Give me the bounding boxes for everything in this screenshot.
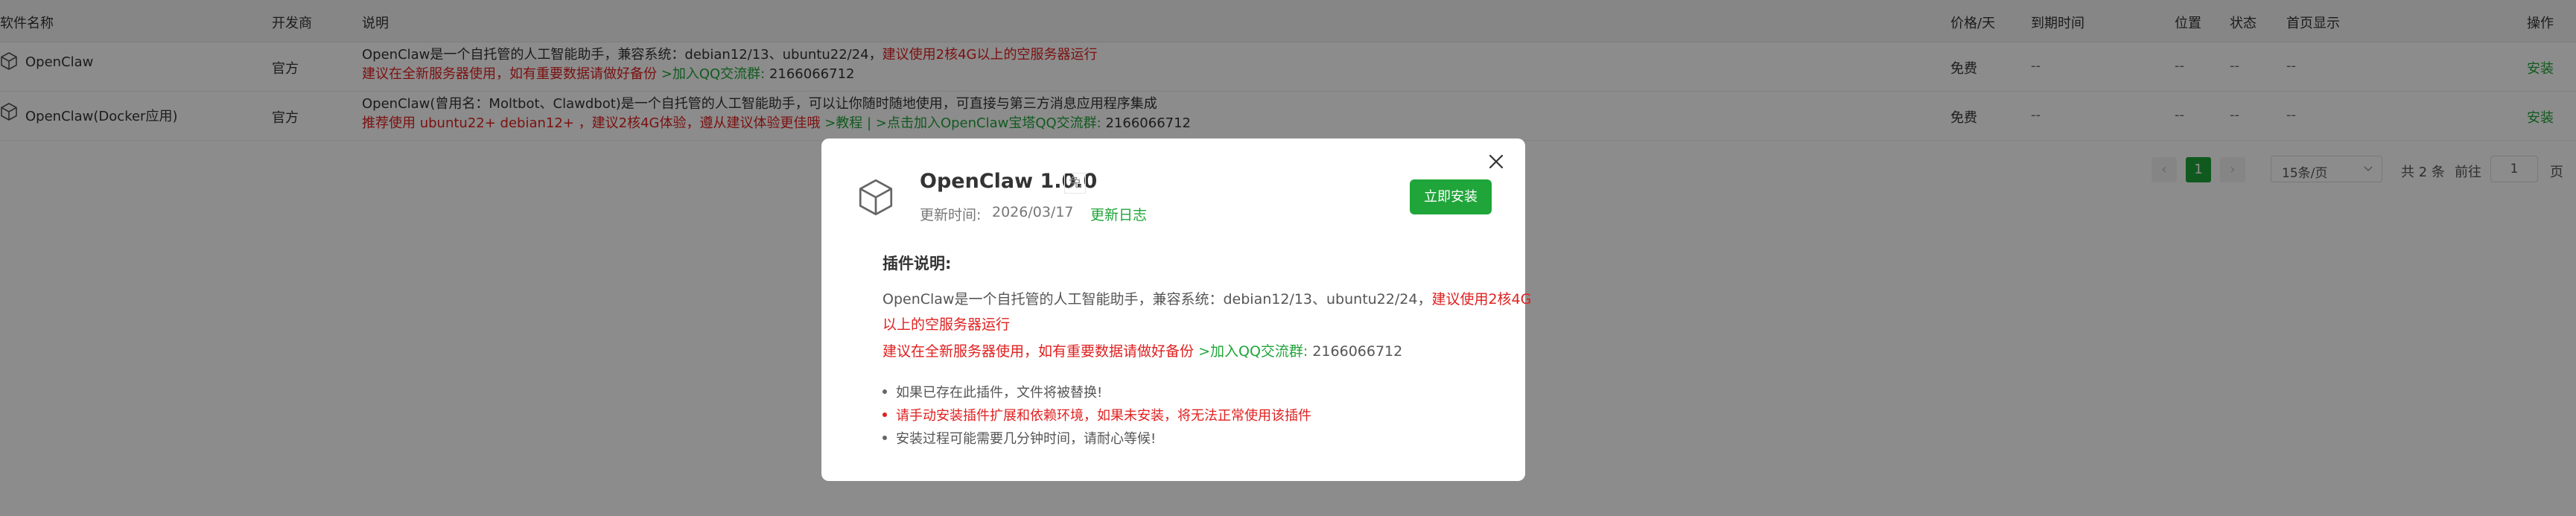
free-badge: 免 — [1064, 173, 1086, 194]
section-title: 插件说明: — [882, 255, 952, 273]
changelog-link[interactable]: 更新日志 — [1090, 204, 1147, 224]
plugin-description-line2: 以上的空服务器运行 — [882, 316, 1011, 333]
qq-group-link[interactable]: >加入QQ交流群: — [1198, 343, 1308, 360]
close-icon[interactable] — [1488, 153, 1504, 170]
bullet-icon — [882, 436, 887, 440]
update-time-value: 2026/03/17 — [992, 204, 1074, 220]
update-time-label: 更新时间: — [920, 207, 982, 223]
install-now-button[interactable]: 立即安装 — [1410, 179, 1492, 214]
plugin-description-line1: OpenClaw是一个自托管的人工智能助手，兼容系统：debian12/13、u… — [882, 291, 1532, 308]
plugin-install-dialog: OpenClaw 1.0.0 免 更新时间: 2026/03/17 更新日志 立… — [821, 138, 1531, 481]
bullet-icon — [882, 389, 887, 394]
note-item: 如果已存在此插件，文件将被替换! — [882, 382, 1102, 401]
bullet-icon — [882, 413, 887, 417]
note-item: 安装过程可能需要几分钟时间，请耐心等候! — [882, 428, 1156, 447]
package-icon — [859, 179, 893, 216]
note-item-warning: 请手动安装插件扩展和依赖环境，如果未安装，将无法正常使用该插件 — [882, 405, 1311, 424]
plugin-description-line3: 建议在全新服务器使用，如有重要数据请做好备份 >加入QQ交流群: 2166066… — [882, 343, 1403, 360]
